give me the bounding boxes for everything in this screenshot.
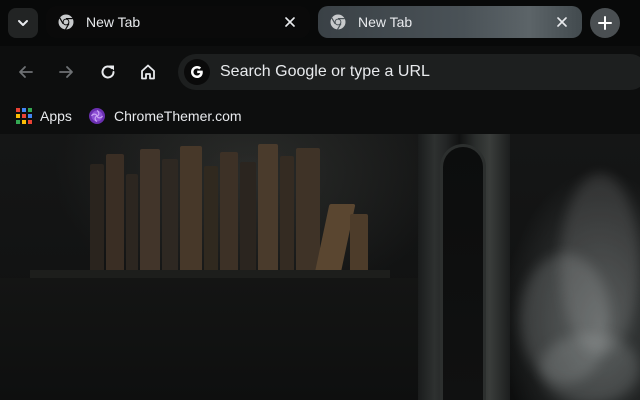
tab-title: New Tab [86, 14, 141, 30]
tab-close-button[interactable] [552, 12, 572, 32]
bookmark-label: Apps [40, 108, 72, 124]
tab-search-button[interactable] [8, 8, 38, 38]
tab-new-tab-inactive[interactable]: New Tab [318, 6, 582, 38]
bookshelf-image [50, 134, 380, 274]
apps-grid-icon [16, 108, 32, 124]
forward-button[interactable] [52, 58, 80, 86]
chrome-icon [330, 14, 346, 30]
chromethemer-icon [89, 108, 105, 124]
close-icon [285, 17, 295, 27]
toolbar: Search Google or type a URL [0, 46, 640, 98]
new-tab-button[interactable] [590, 8, 620, 38]
tab-close-button[interactable] [280, 12, 300, 32]
smoke [560, 174, 640, 354]
tab-title: New Tab [358, 14, 413, 30]
bookmark-chromethemer[interactable]: ChromeThemer.com [88, 104, 242, 128]
smoke [540, 334, 640, 400]
plus-icon [598, 16, 612, 30]
bookmark-apps[interactable]: Apps [16, 104, 72, 128]
arrow-right-icon [59, 66, 73, 78]
google-g-icon [184, 59, 210, 85]
tab-new-tab-active[interactable]: New Tab [46, 6, 310, 38]
home-icon [141, 64, 155, 80]
bookmark-label: ChromeThemer.com [114, 108, 242, 124]
chrome-icon [58, 14, 74, 30]
omnibox[interactable]: Search Google or type a URL [178, 54, 640, 90]
omnibox-placeholder: Search Google or type a URL [220, 63, 430, 80]
shelf-lower [0, 278, 420, 400]
reload-button[interactable] [94, 58, 122, 86]
arrow-left-icon [19, 66, 33, 78]
back-button[interactable] [12, 58, 40, 86]
chevron-down-icon [18, 20, 28, 26]
home-button[interactable] [134, 58, 162, 86]
bookmarks-bar: Apps ChromeThemer.com [0, 98, 640, 134]
stone-arch [440, 144, 486, 400]
tab-strip: New Tab New Tab [0, 0, 640, 46]
reload-icon [101, 65, 115, 79]
new-tab-page-background [0, 134, 640, 400]
close-icon [557, 17, 567, 27]
shelf-plank [30, 270, 390, 278]
